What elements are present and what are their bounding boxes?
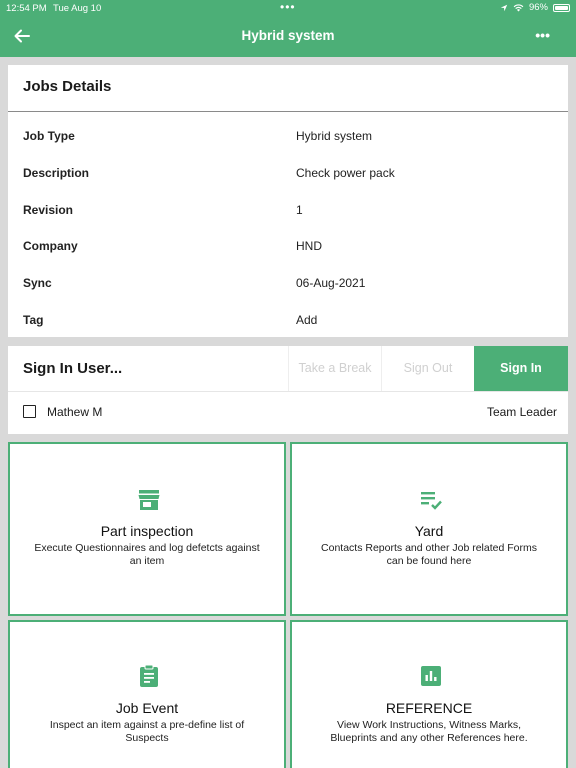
part-inspection-tile[interactable]: Part inspection Execute Questionnaires a…: [8, 442, 286, 616]
status-date: Tue Aug 10: [53, 3, 102, 14]
sign-out-button[interactable]: Sign Out: [381, 346, 474, 391]
job-event-desc: Inspect an item against a pre-define lis…: [49, 719, 245, 744]
sync-label: Sync: [23, 276, 52, 290]
battery-percent: 96%: [528, 2, 548, 13]
yard-title: Yard: [414, 523, 444, 539]
take-a-break-button[interactable]: Take a Break: [288, 346, 381, 391]
job-details-title: Jobs Details: [23, 78, 112, 95]
part-inspection-desc: Execute Questionnaires and log defetcts …: [34, 542, 260, 567]
reference-desc: View Work Instructions, Witness Marks, B…: [330, 719, 528, 744]
job-event-title: Job Event: [115, 700, 179, 716]
description-label: Description: [23, 166, 90, 180]
sign-in-button[interactable]: Sign In: [474, 346, 568, 391]
wifi-icon: [513, 3, 524, 12]
app-header: 12:54 PM Tue Aug 10 ••• 96% Hybrid syste…: [0, 0, 576, 57]
job-type-label: Job Type: [23, 129, 75, 143]
status-time: 12:54 PM: [6, 3, 47, 14]
part-inspection-title: Part inspection: [100, 523, 194, 539]
checklist-icon: [421, 492, 442, 510]
store-icon: [138, 490, 160, 510]
job-details-card: Jobs Details Job Type Hybrid system Desc…: [8, 65, 568, 337]
sync-value: 06-Aug-2021: [296, 276, 366, 290]
revision-label: Revision: [23, 203, 74, 217]
reference-title: REFERENCE: [385, 700, 473, 716]
status-right: 96%: [500, 2, 570, 13]
divider: [8, 111, 568, 112]
sign-in-card: Sign In User... Take a Break Sign Out Si…: [8, 346, 568, 434]
yard-tile[interactable]: Yard Contacts Reports and other Job rela…: [290, 442, 568, 616]
company-label: Company: [23, 239, 78, 253]
yard-desc: Contacts Reports and other Job related F…: [321, 542, 537, 567]
user-checkbox[interactable]: [23, 405, 36, 418]
tag-label: Tag: [23, 313, 44, 327]
company-value: HND: [296, 239, 322, 253]
user-role: Team Leader: [486, 405, 557, 419]
divider: [8, 391, 568, 392]
sign-in-user-title: Sign In User...: [23, 360, 123, 377]
revision-value: 1: [296, 203, 303, 217]
tag-add-link[interactable]: Add: [296, 313, 317, 327]
battery-icon: [553, 3, 570, 12]
bar-chart-icon: [421, 666, 441, 686]
page-title: Hybrid system: [241, 28, 335, 43]
location-icon: [500, 4, 508, 11]
reference-tile[interactable]: REFERENCE View Work Instructions, Witnes…: [290, 620, 568, 768]
user-name: Mathew M: [47, 405, 103, 419]
clipboard-icon: [140, 664, 158, 687]
job-type-value: Hybrid system: [296, 129, 373, 143]
more-horizontal-icon[interactable]: •••: [535, 28, 550, 42]
description-value: Check power pack: [296, 166, 395, 180]
job-event-tile[interactable]: Job Event Inspect an item against a pre-…: [8, 620, 286, 768]
multitasking-dots-icon[interactable]: •••: [280, 0, 296, 14]
status-bar: 12:54 PM Tue Aug 10 ••• 96%: [0, 0, 576, 16]
